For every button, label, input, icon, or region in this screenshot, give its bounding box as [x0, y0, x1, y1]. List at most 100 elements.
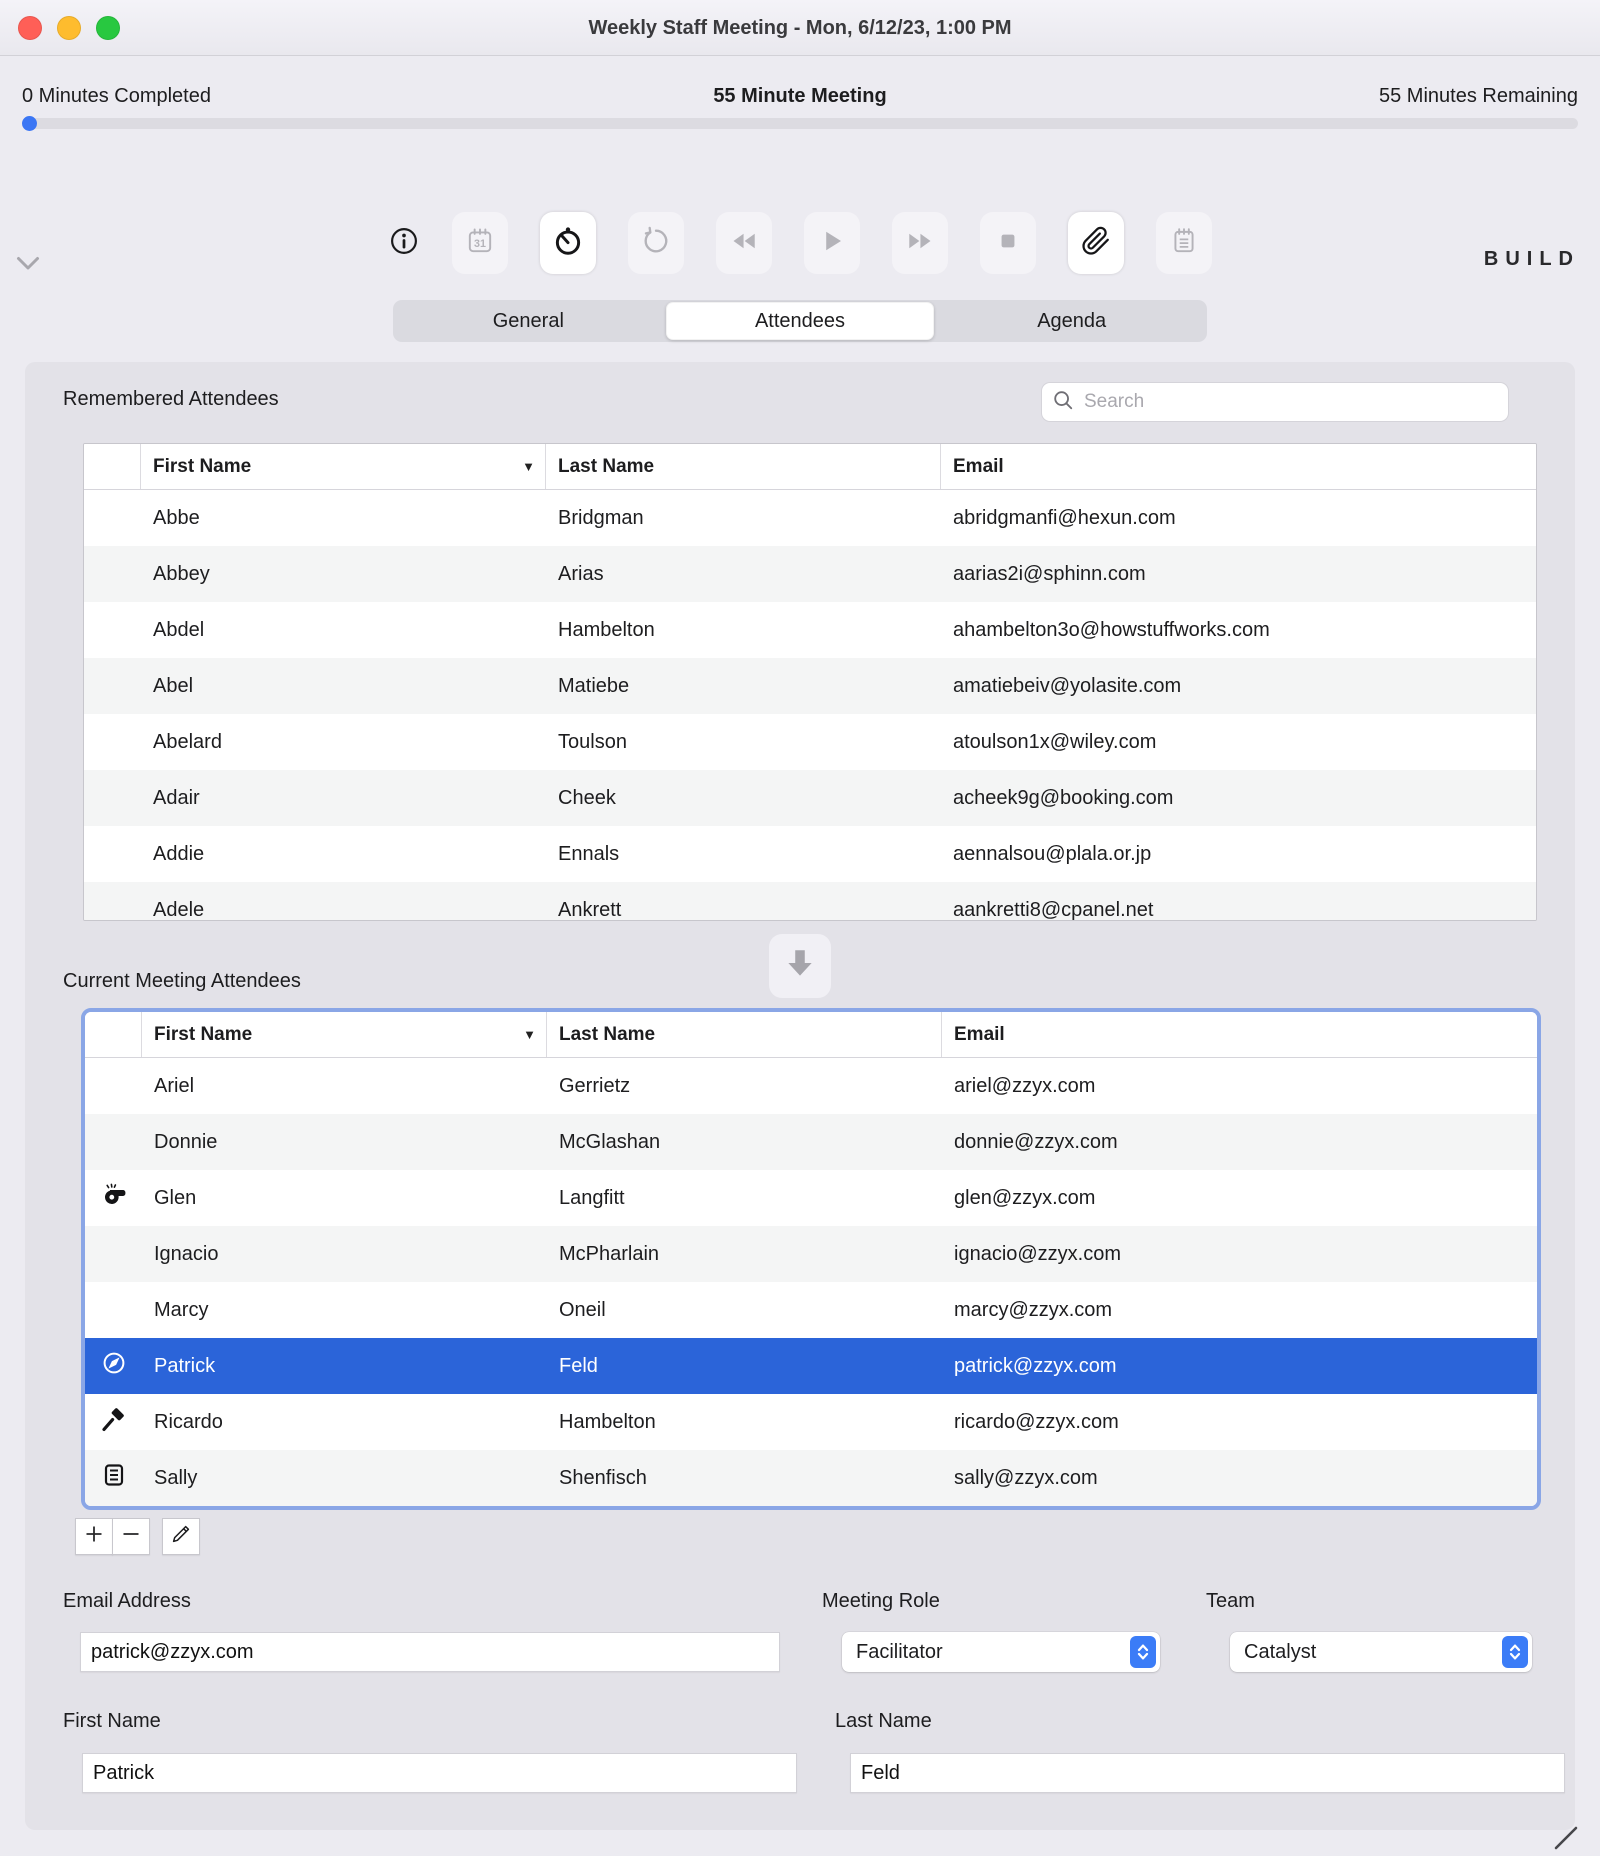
- row-action-buttons: [75, 1518, 200, 1555]
- first-name-column-header[interactable]: First Name▼: [142, 1012, 547, 1057]
- calendar-button[interactable]: 31: [452, 212, 508, 274]
- cell-last-name: Langfitt: [547, 1187, 942, 1210]
- build-label: BUILD: [1484, 248, 1580, 271]
- svg-text:31: 31: [474, 237, 486, 249]
- remembered-attendees-table: First Name▼ Last Name Email Abbe Bridgma…: [83, 443, 1537, 921]
- cell-email: marcy@zzyx.com: [942, 1299, 1537, 1322]
- calendar-icon: 31: [465, 226, 495, 261]
- last-name-column-header[interactable]: Last Name: [546, 444, 941, 489]
- current-attendees-table: First Name▼ Last Name Email Ariel Gerrie…: [81, 1008, 1541, 1510]
- team-select[interactable]: Catalyst: [1230, 1632, 1532, 1672]
- meeting-role-select[interactable]: Facilitator: [842, 1632, 1160, 1672]
- table-row[interactable]: Addie Ennals aennalsou@plala.or.jp: [84, 826, 1536, 882]
- move-down-button[interactable]: [769, 934, 831, 998]
- sort-indicator-icon: ▼: [522, 459, 535, 474]
- sort-indicator-icon: ▼: [523, 1027, 536, 1042]
- current-attendees-title: Current Meeting Attendees: [63, 970, 301, 993]
- table-row[interactable]: Abbey Arias aarias2i@sphinn.com: [84, 546, 1536, 602]
- paperclip-icon: [1081, 226, 1111, 261]
- reset-button[interactable]: [628, 212, 684, 274]
- edit-attendee-button[interactable]: [162, 1518, 200, 1555]
- last-name-field[interactable]: [850, 1753, 1565, 1793]
- resize-grip[interactable]: [1550, 1822, 1580, 1852]
- cell-email: aennalsou@plala.or.jp: [941, 843, 1536, 866]
- fast-forward-button[interactable]: [892, 212, 948, 274]
- progress-thumb[interactable]: [22, 116, 37, 131]
- cell-email: abridgmanfi@hexun.com: [941, 507, 1536, 530]
- attachment-button[interactable]: [1068, 212, 1124, 274]
- table-row[interactable]: Ariel Gerrietz ariel@zzyx.com: [85, 1058, 1537, 1114]
- cell-email: aarias2i@sphinn.com: [941, 563, 1536, 586]
- cell-first-name: Patrick: [142, 1355, 547, 1378]
- cell-last-name: Hambelton: [547, 1411, 942, 1434]
- table-row[interactable]: Ignacio McPharlain ignacio@zzyx.com: [85, 1226, 1537, 1282]
- cell-last-name: Gerrietz: [547, 1075, 942, 1098]
- email-column-header[interactable]: Email: [942, 1012, 1537, 1057]
- add-attendee-button[interactable]: [75, 1518, 113, 1555]
- team-value: Catalyst: [1244, 1641, 1316, 1664]
- cell-last-name: Hambelton: [546, 619, 941, 642]
- cell-email: ariel@zzyx.com: [942, 1075, 1537, 1098]
- meeting-length-label: 55 Minute Meeting: [0, 85, 1600, 108]
- move-down-arrow-icon: [784, 946, 816, 987]
- cell-email: ignacio@zzyx.com: [942, 1243, 1537, 1266]
- team-label: Team: [1206, 1590, 1255, 1613]
- title-bar: Weekly Staff Meeting - Mon, 6/12/23, 1:0…: [0, 0, 1600, 56]
- tab-agenda[interactable]: Agenda: [938, 302, 1205, 340]
- table-row[interactable]: Abelard Toulson atoulson1x@wiley.com: [84, 714, 1536, 770]
- table-row-selected[interactable]: Patrick Feld patrick@zzyx.com: [85, 1338, 1537, 1394]
- info-button[interactable]: [388, 227, 420, 259]
- table-row[interactable]: Abbe Bridgman abridgmanfi@hexun.com: [84, 490, 1536, 546]
- stop-icon: [993, 226, 1023, 261]
- first-name-field[interactable]: [82, 1753, 797, 1793]
- remove-attendee-button[interactable]: [112, 1518, 150, 1555]
- cell-last-name: Toulson: [546, 731, 941, 754]
- play-button[interactable]: [804, 212, 860, 274]
- gavel-icon: [100, 1405, 128, 1439]
- first-name-column-header[interactable]: First Name▼: [141, 444, 546, 489]
- table-row[interactable]: Abel Matiebe amatiebeiv@yolasite.com: [84, 658, 1536, 714]
- cell-last-name: Cheek: [546, 787, 941, 810]
- cell-email: ahambelton3o@howstuffworks.com: [941, 619, 1536, 642]
- icon-column-header: [84, 444, 141, 489]
- last-name-column-header[interactable]: Last Name: [547, 1012, 942, 1057]
- cell-email: ricardo@zzyx.com: [942, 1411, 1537, 1434]
- meeting-progress-section: 0 Minutes Completed 55 Minute Meeting 55…: [0, 57, 1600, 149]
- timer-icon: [552, 225, 584, 262]
- search-input[interactable]: [1082, 390, 1498, 414]
- rewind-button[interactable]: [716, 212, 772, 274]
- table-row[interactable]: Sally Shenfisch sally@zzyx.com: [85, 1450, 1537, 1506]
- notes-button[interactable]: [1156, 212, 1212, 274]
- reset-icon: [641, 226, 671, 261]
- search-icon: [1052, 389, 1074, 416]
- cell-last-name: Ankrett: [546, 899, 941, 922]
- cell-last-name: Arias: [546, 563, 941, 586]
- table-row[interactable]: Donnie McGlashan donnie@zzyx.com: [85, 1114, 1537, 1170]
- table-row[interactable]: Glen Langfitt glen@zzyx.com: [85, 1170, 1537, 1226]
- stop-button[interactable]: [980, 212, 1036, 274]
- search-field[interactable]: [1041, 382, 1509, 422]
- email-address-field[interactable]: [80, 1632, 780, 1672]
- cell-first-name: Abelard: [141, 731, 546, 754]
- table-row[interactable]: Ricardo Hambelton ricardo@zzyx.com: [85, 1394, 1537, 1450]
- cell-first-name: Ignacio: [142, 1243, 547, 1266]
- minutes-remaining-label: 55 Minutes Remaining: [1379, 85, 1578, 108]
- notes-icon: [1169, 226, 1199, 261]
- table-row[interactable]: Abdel Hambelton ahambelton3o@howstuffwor…: [84, 602, 1536, 658]
- popup-stepper-icon: [1130, 1636, 1156, 1668]
- email-column-header[interactable]: Email: [941, 444, 1536, 489]
- table-row[interactable]: Adair Cheek acheek9g@booking.com: [84, 770, 1536, 826]
- cell-email: sally@zzyx.com: [942, 1467, 1537, 1490]
- cell-last-name: McGlashan: [547, 1131, 942, 1154]
- pencil-icon: [171, 1524, 191, 1549]
- tab-bar: General Attendees Agenda: [393, 300, 1207, 342]
- tab-attendees[interactable]: Attendees: [666, 302, 935, 340]
- cell-last-name: Ennals: [546, 843, 941, 866]
- tab-general[interactable]: General: [395, 302, 662, 340]
- cell-first-name: Ricardo: [142, 1411, 547, 1434]
- table-row[interactable]: Marcy Oneil marcy@zzyx.com: [85, 1282, 1537, 1338]
- timer-button[interactable]: [540, 212, 596, 274]
- notes-list-icon: [100, 1461, 128, 1495]
- meeting-role-label: Meeting Role: [822, 1590, 940, 1613]
- table-row[interactable]: Adele Ankrett aankretti8@cpanel.net: [84, 882, 1536, 921]
